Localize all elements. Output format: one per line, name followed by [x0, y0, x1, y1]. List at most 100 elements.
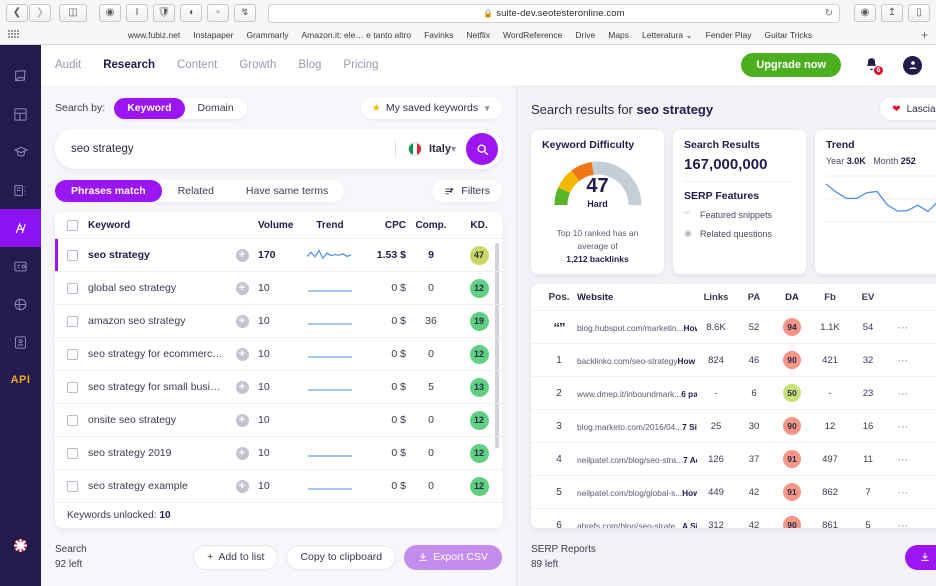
- bookmark-item[interactable]: Netflix: [466, 30, 490, 40]
- bookmark-item[interactable]: Amazon.it: ele… e tanto altro: [301, 30, 411, 40]
- website-cell[interactable]: blog.hubspot.com/marketin...How to Creat…: [577, 318, 697, 336]
- sidebar-item-api[interactable]: API: [0, 361, 41, 399]
- address-bar[interactable]: 🔒 suite-dev.seotesteronline.com ↻: [268, 4, 840, 23]
- sidebar-item-dashboard[interactable]: [0, 95, 41, 133]
- website-cell[interactable]: neilpatel.com/blog/seo-stra...7 Advanced…: [577, 450, 697, 468]
- sidebar-item-cube[interactable]: [0, 57, 41, 95]
- nav-pricing[interactable]: Pricing: [343, 59, 378, 71]
- user-avatar-icon[interactable]: [903, 56, 922, 75]
- bookmark-item[interactable]: Grammarly: [246, 30, 288, 40]
- add-keyword-icon[interactable]: +: [236, 315, 249, 328]
- website-cell[interactable]: blog.marketo.com/2016/04...7 Simple Step…: [577, 417, 697, 435]
- extension-5-icon[interactable]: ▫: [207, 4, 229, 22]
- table-row[interactable]: seo strategy example+100 $012: [55, 470, 502, 502]
- extension-6-icon[interactable]: ↯: [234, 4, 256, 22]
- nav-research[interactable]: Research: [103, 59, 155, 71]
- more-options-icon[interactable]: ⋯: [887, 420, 919, 433]
- nav-audit[interactable]: Audit: [55, 59, 81, 71]
- search-input[interactable]: [71, 143, 395, 155]
- table-row[interactable]: seo strategy+1701.53 $947: [55, 239, 502, 272]
- my-saved-keywords-button[interactable]: ★ My saved keywords ▼: [361, 97, 502, 119]
- nav-blog[interactable]: Blog: [298, 59, 321, 71]
- website-cell[interactable]: www.dmep.it/inboundmark...6 passi per cr…: [577, 384, 697, 402]
- add-keyword-icon[interactable]: +: [236, 480, 249, 493]
- back-arrow-icon[interactable]: ❮: [6, 4, 28, 22]
- extension-2-icon[interactable]: I: [126, 4, 148, 22]
- bookmark-item[interactable]: Maps: [608, 30, 629, 40]
- tab-related[interactable]: Related: [162, 180, 230, 202]
- table-row[interactable]: 5neilpatel.com/blog/global-s...How to Cr…: [531, 476, 936, 509]
- feedback-button[interactable]: ❤ Lasciaci un feedback: [880, 98, 936, 120]
- row-checkbox[interactable]: [67, 250, 78, 261]
- serp-table-body[interactable]: “”blog.hubspot.com/marketin...How to Cre…: [531, 311, 936, 528]
- table-row[interactable]: 6ahrefs.com/blog/seo-strate...A Simple S…: [531, 509, 936, 528]
- keyword-table-body[interactable]: seo strategy+1701.53 $947global seo stra…: [55, 239, 502, 502]
- copy-to-clipboard-button[interactable]: Copy to clipboard: [286, 545, 396, 570]
- share-icon[interactable]: ↥: [881, 4, 903, 22]
- bookmark-item[interactable]: Favinks: [424, 30, 453, 40]
- more-options-icon[interactable]: ⋯: [887, 387, 919, 400]
- sidebar-item-keyword-research[interactable]: [0, 209, 41, 247]
- sidebar-item-contacts[interactable]: [0, 323, 41, 361]
- add-keyword-icon[interactable]: +: [236, 282, 249, 295]
- notification-bell-icon[interactable]: 6: [863, 56, 881, 74]
- mode-keyword[interactable]: Keyword: [114, 98, 184, 119]
- more-options-icon[interactable]: ⋯: [887, 453, 919, 466]
- website-cell[interactable]: backlinko.com/seo-strategyHow to Create …: [577, 351, 697, 369]
- mode-domain[interactable]: Domain: [185, 98, 247, 119]
- website-cell[interactable]: ahrefs.com/blog/seo-strate...A Simple SE…: [577, 516, 697, 528]
- sidebar-item-reports[interactable]: [0, 247, 41, 285]
- sidebar-item-pages[interactable]: [0, 171, 41, 209]
- upgrade-now-button[interactable]: Upgrade now: [741, 53, 841, 77]
- language-flag-uk-icon[interactable]: [0, 526, 41, 564]
- sidebar-toggle-icon[interactable]: ◫: [59, 4, 87, 22]
- bookmark-item[interactable]: WordReference: [503, 30, 562, 40]
- add-keyword-icon[interactable]: +: [236, 348, 249, 361]
- select-all-checkbox[interactable]: [67, 220, 78, 231]
- extension-7-icon[interactable]: ◉: [854, 4, 876, 22]
- nav-growth[interactable]: Growth: [239, 59, 276, 71]
- table-row[interactable]: 3blog.marketo.com/2016/04...7 Simple Ste…: [531, 410, 936, 443]
- more-options-icon[interactable]: ⋯: [887, 354, 919, 367]
- tab-have-same-terms[interactable]: Have same terms: [230, 180, 344, 202]
- bookmark-item[interactable]: Fender Play: [706, 30, 752, 40]
- reload-icon[interactable]: ↻: [825, 8, 833, 19]
- bookmark-item[interactable]: Drive: [575, 30, 595, 40]
- bookmark-item[interactable]: Guitar Tricks: [764, 30, 812, 40]
- sidebar-item-globe[interactable]: [0, 285, 41, 323]
- nav-content[interactable]: Content: [177, 59, 217, 71]
- chevron-down-icon[interactable]: ▾: [451, 144, 456, 155]
- add-keyword-icon[interactable]: +: [236, 381, 249, 394]
- table-row[interactable]: “”blog.hubspot.com/marketin...How to Cre…: [531, 311, 936, 344]
- add-keyword-icon[interactable]: +: [236, 447, 249, 460]
- table-row[interactable]: amazon seo strategy+100 $3619: [55, 305, 502, 338]
- table-row[interactable]: 4neilpatel.com/blog/seo-stra...7 Advance…: [531, 443, 936, 476]
- tab-phrases-match[interactable]: Phrases match: [55, 180, 162, 202]
- row-checkbox[interactable]: [67, 448, 78, 459]
- tabs-icon[interactable]: ▯: [908, 4, 930, 22]
- table-row[interactable]: global seo strategy+100 $012: [55, 272, 502, 305]
- table-row[interactable]: onsite seo strategy+100 $012: [55, 404, 502, 437]
- website-cell[interactable]: neilpatel.com/blog/global-s...How to Cre…: [577, 483, 697, 501]
- row-checkbox[interactable]: [67, 481, 78, 492]
- row-checkbox[interactable]: [67, 415, 78, 426]
- table-row[interactable]: seo strategy for small business+100 $513: [55, 371, 502, 404]
- table-row[interactable]: 1backlinko.com/seo-strategyHow to Create…: [531, 344, 936, 377]
- add-keyword-icon[interactable]: +: [236, 414, 249, 427]
- add-to-list-button[interactable]: + Add to list: [193, 545, 278, 570]
- bookmark-item[interactable]: Letteratura ⌄: [642, 30, 693, 41]
- add-keyword-icon[interactable]: +: [236, 249, 249, 262]
- table-row[interactable]: 2www.dmep.it/inboundmark...6 passi per c…: [531, 377, 936, 410]
- export-csv-button[interactable]: Export CSV: [404, 545, 502, 570]
- row-checkbox[interactable]: [67, 283, 78, 294]
- extension-1-icon[interactable]: ◉: [99, 4, 121, 22]
- row-checkbox[interactable]: [67, 382, 78, 393]
- table-row[interactable]: seo strategy for ecommerce ...+100 $012: [55, 338, 502, 371]
- sidebar-item-academy[interactable]: [0, 133, 41, 171]
- forward-arrow-icon[interactable]: ❯: [29, 4, 51, 22]
- more-options-icon[interactable]: ⋯: [887, 321, 919, 334]
- row-checkbox[interactable]: [67, 316, 78, 327]
- row-checkbox[interactable]: [67, 349, 78, 360]
- extension-4-icon[interactable]: ◖: [180, 4, 202, 22]
- export-serp-button[interactable]: Export SERP: [905, 545, 936, 570]
